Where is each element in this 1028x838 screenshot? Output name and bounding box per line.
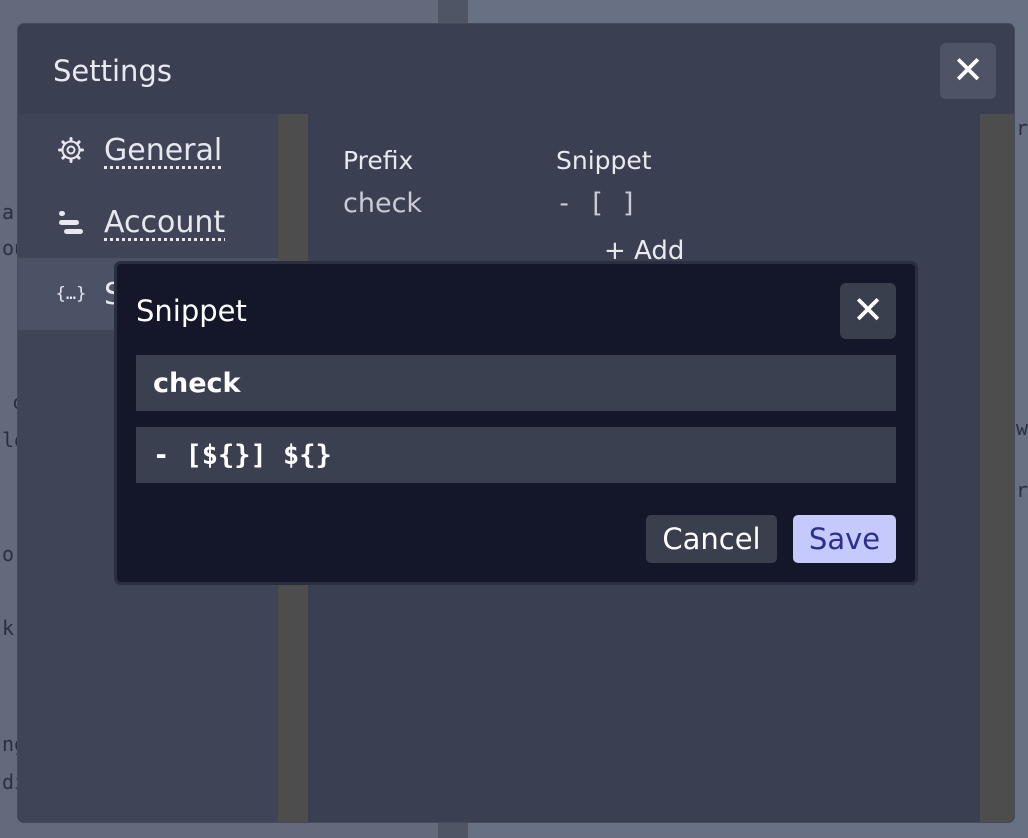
gear-icon: [56, 135, 86, 165]
dialog-title: Snippet: [136, 294, 247, 328]
column-header-prefix: Prefix: [343, 146, 414, 175]
settings-close-button[interactable]: ✕: [940, 43, 996, 99]
snippet-body-cell: - [ ]: [556, 188, 638, 219]
close-icon: ✕: [852, 290, 884, 332]
content-scrollbar[interactable]: [980, 114, 1014, 822]
settings-title: Settings: [53, 54, 172, 88]
snippet-body-input[interactable]: [136, 427, 896, 483]
sidebar-item-label: Account: [104, 204, 226, 240]
cancel-button[interactable]: Cancel: [646, 515, 777, 563]
close-icon: ✕: [952, 50, 984, 92]
settings-header: Settings ✕: [18, 24, 1014, 114]
snippet-prefix-cell: check: [343, 188, 423, 219]
background-text: w: [1016, 416, 1028, 440]
column-header-snippet: Snippet: [556, 146, 652, 175]
snippet-dialog: Snippet ✕ Cancel Save: [117, 264, 915, 582]
save-button[interactable]: Save: [793, 515, 896, 563]
dialog-close-button[interactable]: ✕: [840, 283, 896, 339]
sidebar-item-label: General: [104, 132, 223, 168]
add-snippet-button[interactable]: + Add: [604, 236, 684, 266]
background-text: r: [1016, 116, 1028, 140]
sidebar-item-general[interactable]: General: [18, 114, 278, 186]
background-text: k: [2, 616, 15, 640]
account-icon: [56, 207, 86, 237]
prefix-input[interactable]: [136, 355, 896, 411]
background-text: a: [2, 200, 15, 224]
background-text: r: [1016, 478, 1028, 502]
sidebar-item-account[interactable]: Account: [18, 186, 278, 258]
braces-icon: {…}: [55, 284, 87, 304]
